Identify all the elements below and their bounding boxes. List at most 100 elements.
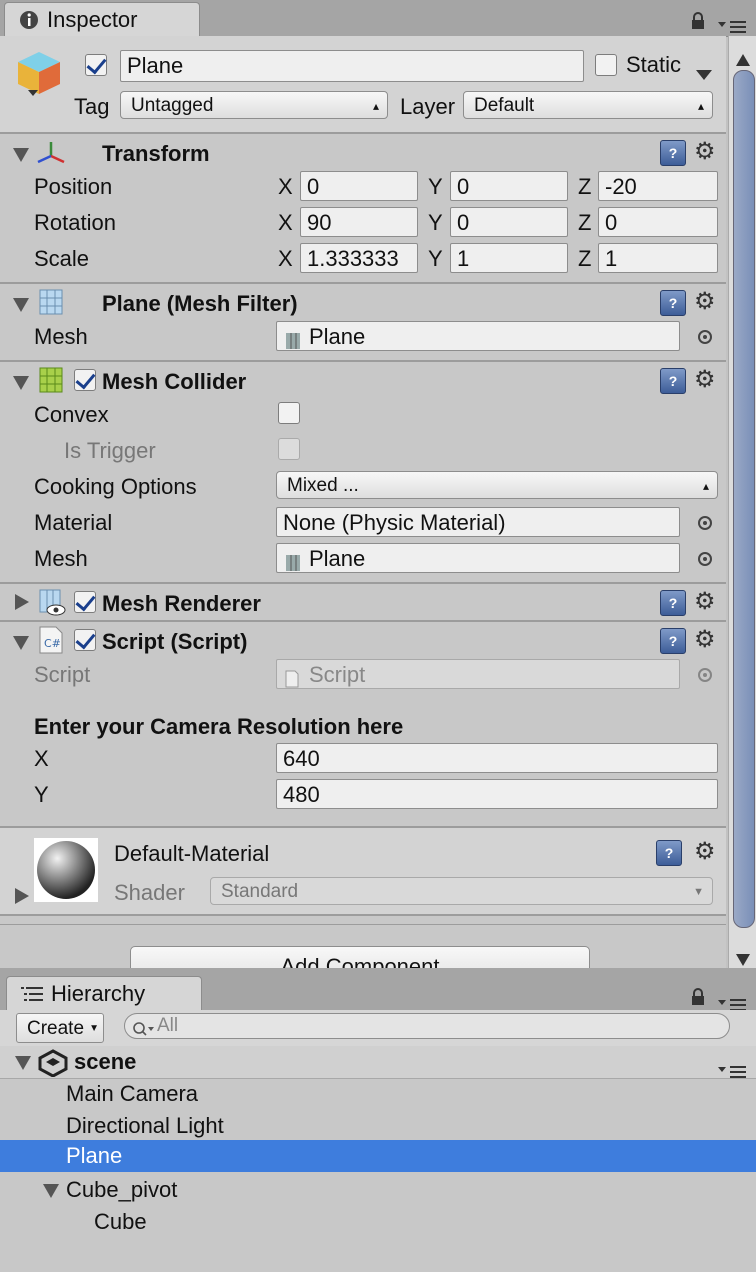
divider [0, 360, 726, 362]
resolution-header: Enter your Camera Resolution here [34, 714, 404, 739]
hierarchy-item-label: Plane [66, 1143, 123, 1168]
scene-foldout[interactable] [15, 1056, 31, 1070]
mesh-collider-icon [38, 366, 64, 400]
axis-z-label: Z [578, 174, 592, 199]
help-icon[interactable]: ? [660, 290, 686, 316]
object-picker-icon [698, 668, 712, 682]
chevron-updown-icon: ▴ [702, 479, 709, 493]
static-checkbox[interactable] [595, 54, 617, 76]
position-z-field[interactable]: -20 [598, 171, 718, 201]
physic-material-field[interactable]: None (Physic Material) [276, 507, 680, 537]
convex-checkbox[interactable] [278, 402, 300, 424]
rotation-y-field[interactable]: 0 [450, 207, 568, 237]
static-dropdown-icon[interactable] [696, 60, 712, 86]
gear-icon[interactable]: ⚙ [694, 140, 716, 164]
shader-dropdown[interactable]: Standard ▼ [210, 877, 713, 905]
script-foldout[interactable] [13, 636, 29, 650]
collider-mesh-field[interactable]: Plane [276, 543, 680, 573]
help-icon[interactable]: ? [660, 590, 686, 616]
hierarchy-item[interactable]: Main Camera [0, 1078, 756, 1110]
search-input[interactable]: All [124, 1013, 730, 1039]
mesh-object-field[interactable]: Plane [276, 321, 680, 351]
resolution-x-field[interactable]: 640 [276, 743, 718, 773]
layer-value: Default [474, 95, 535, 116]
cooking-options-dropdown[interactable]: Mixed ... ▴ [276, 471, 718, 499]
static-label: Static [626, 52, 682, 77]
add-component-button[interactable]: Add Component [130, 946, 590, 968]
hierarchy-item[interactable]: Cube [0, 1206, 756, 1238]
unity-editor: Inspector Plane Static Tag Untagged ▴ La… [0, 0, 756, 1272]
axis-y-label: Y [428, 210, 443, 235]
scene-row[interactable]: scene [0, 1046, 756, 1079]
shader-value: Standard [221, 881, 299, 902]
help-icon[interactable]: ? [660, 368, 686, 394]
cooking-options-label: Cooking Options [34, 474, 197, 499]
scale-x-field[interactable]: 1.333333 [300, 243, 418, 273]
scale-z-field[interactable]: 1 [598, 243, 718, 273]
hierarchy-item[interactable]: Directional Light [0, 1110, 756, 1142]
mesh-renderer-title: Mesh Renderer [102, 591, 261, 616]
inspector-scrollbar[interactable] [728, 36, 756, 968]
hierarchy-item-selected[interactable]: Plane [0, 1140, 756, 1172]
hierarchy-item-label: Main Camera [66, 1081, 199, 1106]
tag-value: Untagged [131, 95, 214, 116]
gear-icon[interactable]: ⚙ [694, 628, 716, 652]
resolution-y-field[interactable]: 480 [276, 779, 718, 809]
object-picker-icon[interactable] [698, 552, 712, 566]
hierarchy-item[interactable]: Cube_pivot [0, 1174, 756, 1206]
divider [0, 132, 726, 134]
lock-icon[interactable] [690, 10, 706, 36]
cube-pivot-foldout[interactable] [43, 1184, 59, 1198]
search-placeholder: All [157, 1015, 179, 1036]
hierarchy-item-label: Cube [94, 1209, 147, 1234]
help-icon[interactable]: ? [660, 140, 686, 166]
transform-foldout[interactable] [13, 148, 29, 162]
scrollbar-thumb[interactable] [733, 70, 755, 928]
mesh-collider-foldout[interactable] [13, 376, 29, 390]
transform-axes-icon [36, 140, 66, 172]
tag-label: Tag [74, 94, 110, 119]
gear-icon[interactable]: ⚙ [694, 290, 716, 314]
divider [0, 914, 726, 916]
material-foldout[interactable] [15, 888, 29, 904]
rotation-z-field[interactable]: 0 [598, 207, 718, 237]
mesh-filter-icon [38, 288, 64, 322]
layer-dropdown[interactable]: Default ▴ [463, 91, 713, 119]
object-picker-icon[interactable] [698, 330, 712, 344]
active-checkbox[interactable] [85, 54, 107, 76]
gear-icon[interactable]: ⚙ [694, 590, 716, 614]
mesh-filter-title: Plane (Mesh Filter) [102, 291, 298, 316]
axis-y-label: Y [428, 246, 443, 271]
scale-y-field[interactable]: 1 [450, 243, 568, 273]
lock-icon[interactable] [690, 986, 706, 1012]
help-icon[interactable]: ? [656, 840, 682, 866]
help-icon[interactable]: ? [660, 628, 686, 654]
chevron-updown-icon: ▴ [372, 99, 379, 113]
object-name-input[interactable]: Plane [120, 50, 584, 82]
script-enabled-checkbox[interactable] [74, 629, 96, 651]
scale-label: Scale [34, 246, 90, 271]
tag-dropdown[interactable]: Untagged ▴ [120, 91, 388, 119]
script-label: Script [34, 662, 91, 687]
scroll-up-icon[interactable] [736, 46, 750, 72]
chevron-updown-icon: ▴ [697, 99, 704, 113]
gear-icon[interactable]: ⚙ [694, 368, 716, 392]
mesh-collider-enabled-checkbox[interactable] [74, 369, 96, 391]
rotation-x-field[interactable]: 90 [300, 207, 418, 237]
add-component-label: Add Component [280, 954, 440, 968]
tab-hierarchy-label: Hierarchy [51, 981, 146, 1006]
gear-icon[interactable]: ⚙ [694, 840, 716, 864]
svg-text:C#: C# [44, 637, 61, 650]
mesh-renderer-foldout[interactable] [15, 594, 29, 610]
position-x-field[interactable]: 0 [300, 171, 418, 201]
axis-x-label: X [278, 174, 293, 199]
hierarchy-item-label: Cube_pivot [66, 1177, 178, 1202]
mesh-filter-foldout[interactable] [13, 298, 29, 312]
mesh-renderer-enabled-checkbox[interactable] [74, 591, 96, 613]
tab-inspector[interactable]: Inspector [4, 2, 200, 37]
tab-hierarchy[interactable]: Hierarchy [6, 976, 202, 1011]
create-dropdown[interactable]: Create ▼ [16, 1013, 104, 1043]
object-picker-icon[interactable] [698, 516, 712, 530]
convex-label: Convex [34, 402, 109, 427]
position-y-field[interactable]: 0 [450, 171, 568, 201]
